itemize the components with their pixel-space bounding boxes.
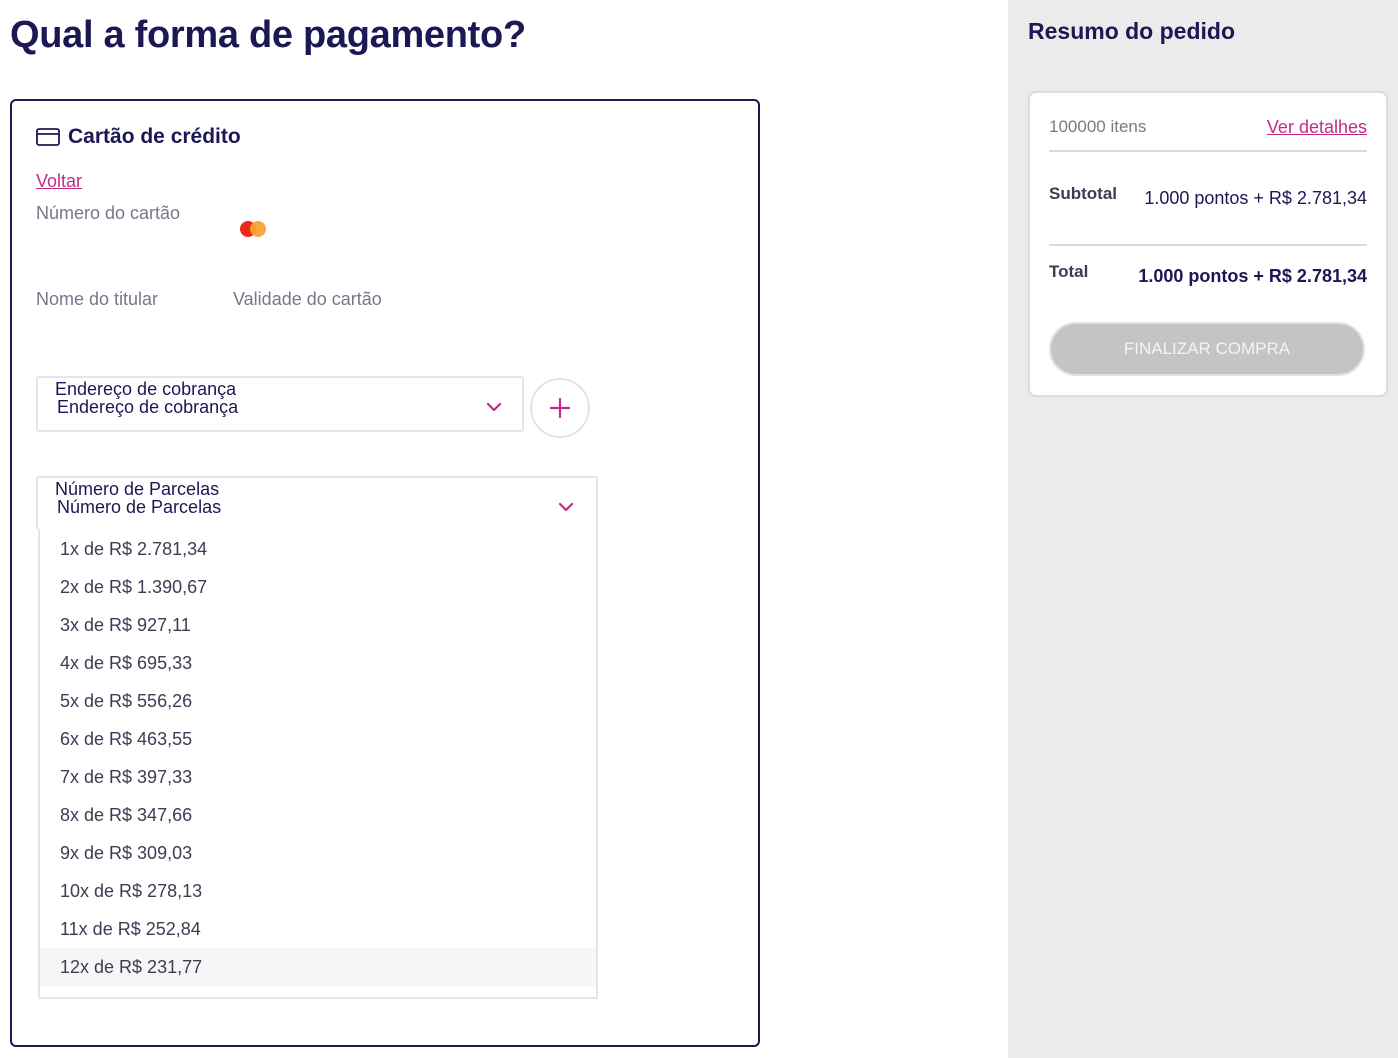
payment-method-card: Cartão de crédito Voltar Número do cartã… — [10, 99, 760, 1047]
chevron-down-icon — [558, 502, 574, 512]
total-label: Total — [1049, 262, 1089, 281]
installments-value: Número de Parcelas — [57, 497, 222, 517]
items-count: 100000 itens — [1049, 117, 1147, 136]
installment-option-10[interactable]: 10x de R$ 278,13 — [40, 872, 596, 910]
subtotal-label: Subtotal — [1049, 184, 1117, 203]
summary-card: 100000 itens Ver detalhes Subtotal 1.000… — [1028, 91, 1388, 397]
order-summary-panel: Resumo do pedido 100000 itens Ver detalh… — [1008, 0, 1398, 1058]
installment-option-4[interactable]: 4x de R$ 695,33 — [40, 644, 596, 682]
subtotal-value: 1.000 pontos + R$ 2.781,34 — [1144, 188, 1367, 208]
finalize-purchase-button[interactable]: FINALIZAR COMPRA — [1049, 322, 1365, 376]
page-title: Qual a forma de pagamento? — [10, 14, 526, 56]
billing-address-select[interactable]: Endereço de cobrança Endereço de cobranç… — [36, 376, 524, 432]
installments-select[interactable]: Número de Parcelas Número de Parcelas — [36, 476, 598, 530]
installment-option-8[interactable]: 8x de R$ 347,66 — [40, 796, 596, 834]
installment-option-12[interactable]: 12x de R$ 231,77 — [40, 948, 596, 986]
divider — [1049, 150, 1367, 152]
chevron-down-icon — [486, 402, 502, 412]
checkout-page: Qual a forma de pagamento? Cartão de cré… — [0, 0, 1398, 1058]
installment-option-2[interactable]: 2x de R$ 1.390,67 — [40, 568, 596, 606]
add-address-button[interactable] — [530, 378, 590, 438]
installment-option-1[interactable]: 1x de R$ 2.781,34 — [40, 530, 596, 568]
payment-method-header: Cartão de crédito — [36, 125, 241, 149]
installment-option-9[interactable]: 9x de R$ 309,03 — [40, 834, 596, 872]
installment-option-11[interactable]: 11x de R$ 252,84 — [40, 910, 596, 948]
divider — [1049, 244, 1367, 246]
installment-option-6[interactable]: 6x de R$ 463,55 — [40, 720, 596, 758]
installment-option-3[interactable]: 3x de R$ 927,11 — [40, 606, 596, 644]
billing-address-value: Endereço de cobrança — [57, 397, 239, 417]
expiry-label[interactable]: Validade do cartão — [233, 289, 382, 310]
credit-card-icon — [36, 128, 60, 146]
holder-name-label[interactable]: Nome do titular — [36, 289, 158, 310]
view-details-link[interactable]: Ver detalhes — [1267, 117, 1367, 138]
installments-dropdown: 1x de R$ 2.781,34 2x de R$ 1.390,67 3x d… — [38, 529, 598, 999]
installment-option-7[interactable]: 7x de R$ 397,33 — [40, 758, 596, 796]
card-number-label[interactable]: Número do cartão — [36, 203, 180, 224]
payment-method-title: Cartão de crédito — [68, 125, 241, 148]
plus-icon — [549, 397, 571, 419]
summary-title: Resumo do pedido — [1028, 18, 1235, 44]
back-link[interactable]: Voltar — [36, 171, 82, 192]
mastercard-logo-icon — [238, 219, 270, 239]
installment-option-5[interactable]: 5x de R$ 556,26 — [40, 682, 596, 720]
total-value: 1.000 pontos + R$ 2.781,34 — [1138, 266, 1367, 286]
